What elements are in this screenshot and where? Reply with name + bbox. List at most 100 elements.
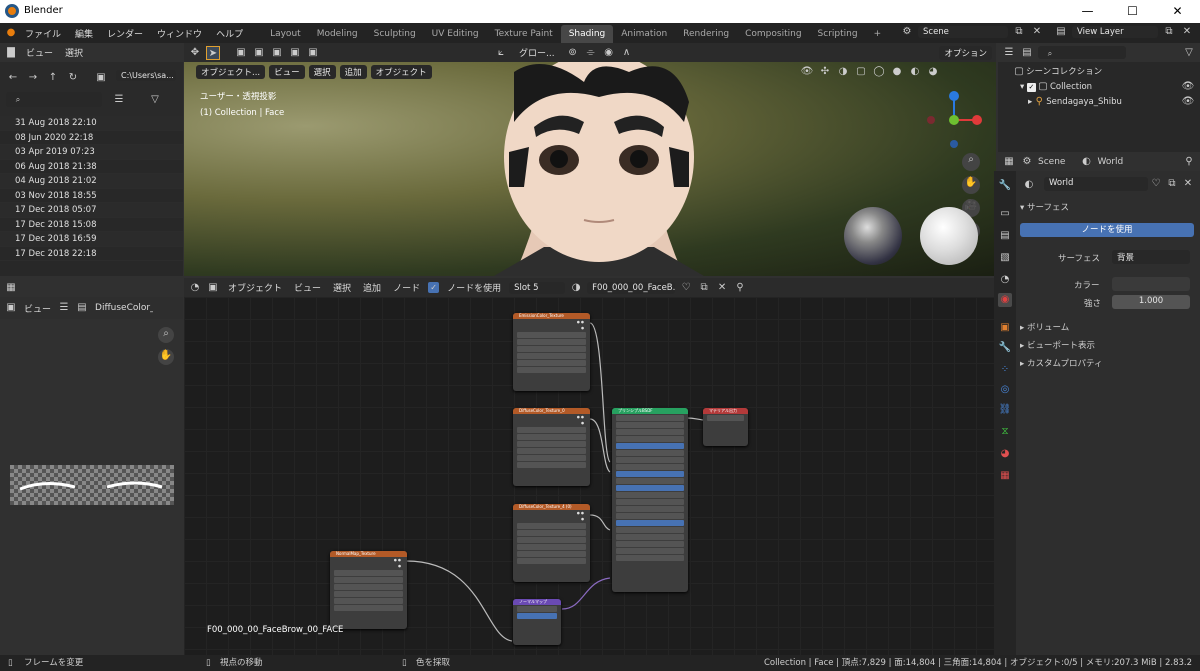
tab-animation[interactable]: Animation — [613, 25, 675, 43]
menu-file[interactable]: ファイル — [18, 27, 68, 40]
list-item[interactable]: 08 Jun 2020 22:18 — [0, 130, 183, 145]
color-swatch[interactable] — [1112, 277, 1190, 291]
select-box-mode-icon[interactable]: ▣ — [234, 46, 248, 60]
render-tab-icon[interactable]: ▭ — [998, 207, 1012, 221]
node-menu-select[interactable]: 選択 — [329, 281, 355, 294]
list-item[interactable]: 03 Nov 2018 18:55 — [0, 188, 183, 203]
image-icon[interactable]: ▤ — [75, 301, 89, 315]
forward-icon[interactable]: → — [26, 71, 40, 85]
menu-render[interactable]: レンダー — [100, 27, 150, 40]
object-mode-dropdown[interactable]: オブジェクト... — [196, 65, 266, 79]
fake-user-icon[interactable]: ♡ — [679, 281, 693, 295]
tool-tab-icon[interactable]: 🔧 — [998, 179, 1012, 193]
tab-layout[interactable]: Layout — [262, 25, 309, 43]
rendered-shading-icon[interactable]: ◕ — [926, 65, 940, 79]
viewport-display-section-header[interactable]: ▸ ビューポート表示 — [1020, 339, 1095, 351]
tab-rendering[interactable]: Rendering — [675, 25, 737, 43]
zoom-icon[interactable]: ⌕ — [158, 327, 174, 343]
pivot-icon[interactable]: ⊚ — [566, 46, 580, 60]
constraints-tab-icon[interactable]: ⛓ — [998, 403, 1012, 417]
list-item[interactable]: 17 Dec 2018 16:59 — [0, 232, 183, 247]
node-menu-view[interactable]: ビュー — [290, 281, 325, 294]
tab-uv-editing[interactable]: UV Editing — [424, 25, 487, 43]
object-row[interactable]: ▸ ⚲ Sendagaya_Shibu — [1028, 95, 1122, 109]
world-tab[interactable]: World — [1097, 157, 1123, 167]
viewport-menu-view[interactable]: ビュー — [269, 65, 305, 79]
menu-window[interactable]: ウィンドウ — [150, 27, 209, 40]
gizmo-icon[interactable]: ✣ — [818, 65, 832, 79]
wireframe-shading-icon[interactable]: ◯ — [872, 65, 886, 79]
scene-collection-row[interactable]: ▢ シーンコレクション — [1012, 65, 1102, 79]
image-name[interactable]: DiffuseColor_ — [93, 303, 153, 313]
strength-field[interactable]: 1.000 — [1112, 295, 1190, 309]
snap-icon[interactable]: ⌯ — [584, 46, 598, 60]
options-dropdown[interactable]: オプション — [939, 45, 992, 60]
select-tool-icon[interactable]: ➤ — [206, 45, 220, 60]
tool-settings-icon[interactable]: ✥ — [188, 46, 202, 60]
physics-tab-icon[interactable]: ◎ — [998, 383, 1012, 397]
texture-tab-icon[interactable]: ▦ — [998, 469, 1012, 483]
node-menu-add[interactable]: 追加 — [359, 281, 385, 294]
scene-icon[interactable]: ⚙ — [900, 25, 914, 39]
menu-help[interactable]: ヘルプ — [209, 27, 250, 40]
fake-user-icon[interactable]: ♡ — [1149, 177, 1163, 191]
list-item[interactable]: 04 Aug 2018 21:02 — [0, 174, 183, 189]
outliner-type-icon[interactable]: ☰ — [1002, 46, 1016, 60]
select-intersect-icon[interactable]: ▣ — [306, 46, 320, 60]
transform-orientation[interactable]: グロー... — [512, 46, 562, 59]
data-tab-icon[interactable]: ⧖ — [998, 425, 1012, 439]
node-menu-node[interactable]: ノード — [389, 281, 424, 294]
use-nodes-button[interactable]: ノードを使用 — [1020, 223, 1194, 237]
pan-view-icon[interactable]: ✋ — [962, 176, 980, 194]
filter-icon[interactable]: ▽ — [1182, 46, 1196, 60]
node-mode-dropdown[interactable]: オブジェクト — [224, 281, 286, 294]
filebrowser-menu-select[interactable]: 選択 — [61, 46, 87, 59]
tab-texture-paint[interactable]: Texture Paint — [487, 25, 561, 43]
add-workspace-icon[interactable]: + — [866, 25, 890, 43]
object-icon[interactable]: ▣ — [206, 281, 220, 295]
list-item[interactable]: 31 Aug 2018 22:10 — [0, 116, 183, 131]
eye-icon[interactable]: 👁 — [1181, 95, 1195, 109]
texture-node-normalmap[interactable]: NormalMap_Texture ● ● ● — [330, 551, 407, 629]
display-mode-icon[interactable]: ▤ — [1020, 46, 1034, 60]
viewport-menu-select[interactable]: 選択 — [308, 65, 336, 79]
tab-compositing[interactable]: Compositing — [737, 25, 809, 43]
close-button[interactable]: ✕ — [1155, 0, 1200, 23]
object-tab-icon[interactable]: ▣ — [998, 321, 1012, 335]
pin-icon[interactable]: ⚲ — [733, 281, 747, 295]
pin-icon[interactable]: ⚲ — [1182, 155, 1196, 169]
filebrowser-menu-view[interactable]: ビュー — [22, 46, 57, 59]
world-name-field[interactable]: World — [1044, 177, 1148, 191]
expand-icon[interactable]: ▾ — [1020, 82, 1024, 92]
viewport-canvas[interactable]: オブジェクト... ビュー 選択 追加 オブジェクト ユーザー・透視投影 (1)… — [184, 62, 996, 276]
list-item[interactable]: 03 Apr 2019 07:23 — [0, 145, 183, 160]
select-invert-icon[interactable]: ▣ — [288, 46, 302, 60]
tab-sculpting[interactable]: Sculpting — [366, 25, 424, 43]
parent-dir-icon[interactable]: ↑ — [46, 71, 60, 85]
copy-material-icon[interactable]: ⧉ — [697, 281, 711, 295]
scene-tab[interactable]: Scene — [1038, 157, 1065, 167]
outliner-search-input[interactable]: ⌕ — [1038, 46, 1126, 59]
view-layer-icon[interactable]: ▤ — [1054, 25, 1068, 39]
scene-props-tab-icon[interactable]: ◔ — [998, 273, 1012, 287]
visibility-icon[interactable]: 👁 — [800, 65, 814, 79]
list-item[interactable]: 17 Dec 2018 15:08 — [0, 217, 183, 232]
path-field[interactable]: C:\Users\sa... — [116, 70, 176, 81]
menu-edit[interactable]: 編集 — [68, 27, 100, 40]
list-item[interactable]: 06 Aug 2018 21:38 — [0, 159, 183, 174]
slot-dropdown[interactable]: Slot 5 — [509, 281, 566, 294]
scene-tab-icon[interactable]: ⚙ — [1020, 155, 1034, 169]
node-canvas[interactable]: EmissionColor_Texture ● ● ● DiffuseColor_… — [184, 297, 996, 655]
select-extend-icon[interactable]: ▣ — [252, 46, 266, 60]
blender-menu-icon[interactable]: ● — [4, 26, 18, 40]
image-menu-view[interactable]: ビュー — [22, 302, 53, 315]
volume-section-header[interactable]: ▸ ボリューム — [1020, 321, 1069, 333]
orientation-icon[interactable]: ⟀ — [494, 46, 508, 60]
filebrowser-search-input[interactable]: ⌕ — [6, 92, 102, 107]
overlay-icon[interactable]: ◑ — [836, 65, 850, 79]
surface-dropdown[interactable]: 背景 — [1112, 250, 1190, 264]
tab-modeling[interactable]: Modeling — [309, 25, 366, 43]
view-layer-selector[interactable]: View Layer — [1072, 26, 1158, 38]
tab-shading[interactable]: Shading — [560, 25, 614, 43]
node-editor-type-icon[interactable]: ◔ — [188, 281, 202, 295]
